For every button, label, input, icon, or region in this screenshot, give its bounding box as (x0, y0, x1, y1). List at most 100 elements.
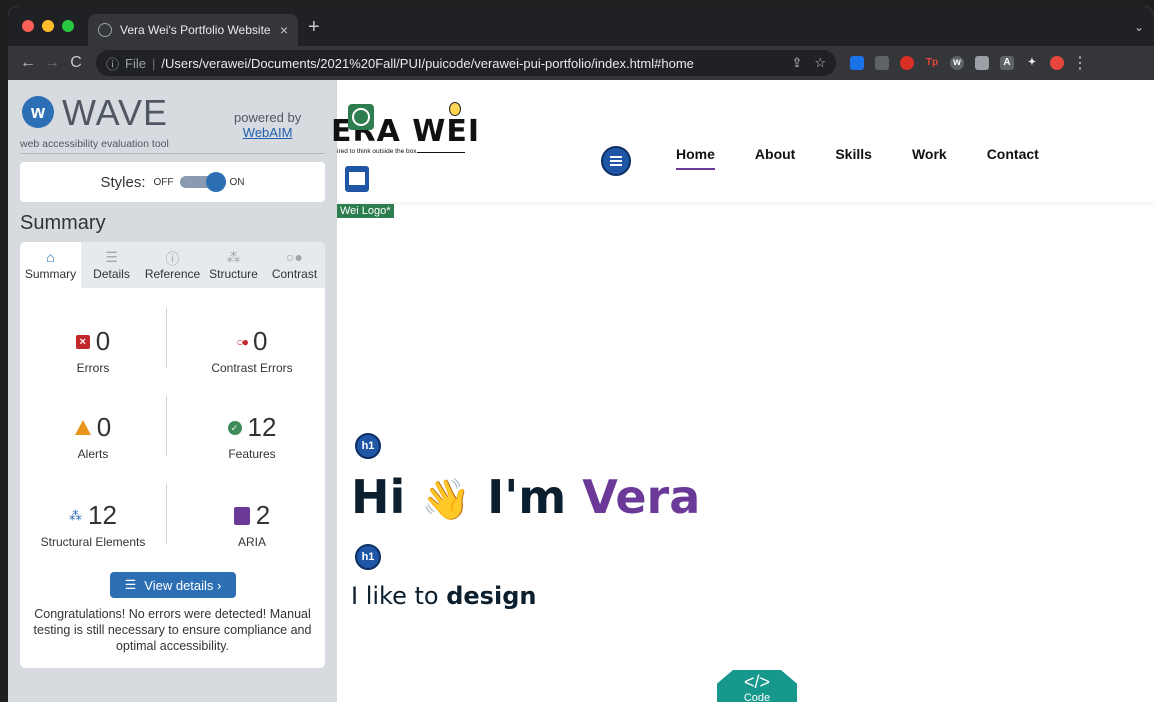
new-tab-button[interactable]: + (308, 16, 320, 39)
portfolio-page: ERA WEI ired to think outside the box We… (331, 80, 1154, 702)
wave-h1-icon[interactable]: h1 (355, 433, 381, 459)
more-menu-icon[interactable]: ⋮ (1072, 53, 1088, 73)
info-icon: ⓘ (165, 251, 180, 267)
structural-count: 12 (88, 500, 117, 530)
nav-work[interactable]: Work (912, 146, 947, 162)
wave-sidebar: w WAVE web accessibility evaluation tool… (8, 80, 337, 702)
chevron-down-icon[interactable]: ⌄ (1134, 20, 1144, 34)
hero-im: I'm (487, 470, 567, 524)
tab-label: Contrast (271, 267, 318, 281)
alerts-stat[interactable]: 0 Alerts (20, 412, 166, 461)
forward-arrow-icon[interactable]: → (40, 54, 64, 72)
error-icon: × (75, 334, 90, 349)
nav-home[interactable]: Home (676, 146, 715, 170)
powered-by: powered by WebAIM (234, 110, 301, 140)
nav-contact[interactable]: Contact (987, 146, 1039, 162)
contrast-errors-stat[interactable]: ○● 0 Contrast Errors (179, 326, 325, 375)
divider (166, 396, 167, 456)
browser-toolbar: ← → C ⓘ File | /Users/verawei/Documents/… (8, 46, 1154, 80)
hero-heading: Hi 👋 I'm Vera (351, 470, 700, 524)
tab-details[interactable]: ☰ Details (81, 242, 142, 288)
contrast-icon: ○● (286, 249, 303, 265)
wave-h1-icon[interactable]: h1 (355, 544, 381, 570)
home-icon: ⌂ (46, 249, 55, 265)
tab-label: Summary (24, 267, 77, 281)
reload-icon[interactable]: C (64, 54, 88, 72)
features-count: 12 (247, 412, 277, 442)
back-arrow-icon[interactable]: ← (16, 54, 40, 72)
main-nav: Home About Skills Work Contact (676, 146, 1079, 170)
wave-logo-icon: w (22, 96, 54, 128)
styles-label: Styles: (100, 173, 146, 191)
divider (166, 308, 167, 368)
close-tab-icon[interactable]: × (280, 22, 288, 38)
url-scheme: File (125, 55, 146, 71)
extensions-bar: Tp w A ✦ (850, 56, 1064, 70)
structure-icon: ⁂ (69, 507, 83, 523)
tab-reference[interactable]: ⓘ Reference (142, 242, 203, 288)
address-bar[interactable]: ⓘ File | /Users/verawei/Documents/2021%2… (96, 50, 836, 76)
aria-count: 2 (255, 500, 271, 530)
list-icon: ☰ (105, 249, 118, 265)
toggle-knob[interactable] (205, 172, 226, 192)
errors-label: Errors (76, 361, 110, 375)
alerts-label: Alerts (77, 447, 109, 461)
tab-label: Details (93, 267, 130, 281)
divider (166, 484, 167, 544)
site-header: ERA WEI ired to think outside the box We… (331, 80, 1154, 218)
tab-summary[interactable]: ⌂ Summary (20, 242, 81, 288)
tab-contrast[interactable]: ○● Contrast (264, 242, 325, 288)
stop-extension-icon[interactable] (900, 56, 914, 70)
tab-label: Structure (209, 267, 258, 281)
maximize-window-button[interactable] (62, 20, 74, 32)
contrast-error-icon: ○● (236, 334, 249, 349)
aria-stat[interactable]: 2 ARIA (179, 500, 325, 549)
url-separator: | (151, 55, 156, 71)
features-stat[interactable]: ✓ 12 Features (179, 412, 325, 461)
puzzle-icon[interactable]: ✦ (1025, 56, 1039, 70)
features-label: Features (228, 447, 276, 461)
alert-icon (74, 420, 91, 435)
browser-window: Vera Wei's Portfolio Website × + ⌄ ← → C… (8, 6, 1154, 702)
minimize-window-button[interactable] (42, 20, 54, 32)
structural-label: Structural Elements (40, 535, 146, 549)
wave-tagline: web accessibility evaluation tool (20, 138, 169, 150)
camera-extension-icon[interactable] (875, 56, 889, 70)
url-text: /Users/verawei/Documents/2021%20Fall/PUI… (161, 55, 694, 71)
errors-count: 0 (95, 326, 111, 356)
wave-language-icon[interactable] (348, 104, 374, 130)
contrast-errors-label: Contrast Errors (211, 361, 293, 375)
subline-word: design (446, 582, 537, 610)
styles-toggle[interactable] (179, 172, 226, 192)
wave-title: WAVE (62, 92, 169, 133)
aria-label: ARIA (237, 535, 266, 549)
wave-header: w WAVE web accessibility evaluation tool… (20, 90, 325, 154)
text-extension-icon[interactable]: A (1000, 56, 1014, 70)
structural-stat[interactable]: ⁂ 12 Structural Elements (20, 500, 166, 549)
bookmark-star-icon[interactable]: ☆ (814, 55, 826, 71)
nav-skills[interactable]: Skills (835, 146, 872, 162)
tab-structure[interactable]: ⁂ Structure (203, 242, 264, 288)
webaim-link[interactable]: WebAIM (234, 125, 301, 140)
wave-list-icon[interactable] (601, 146, 631, 176)
close-window-button[interactable] (22, 20, 34, 32)
extension-icon[interactable] (850, 56, 864, 70)
view-details-button[interactable]: ☰ View details › (110, 572, 236, 598)
browser-tab[interactable]: Vera Wei's Portfolio Website × (88, 14, 298, 46)
wave-landmark-icon[interactable] (345, 166, 369, 192)
errors-stat[interactable]: × 0 Errors (20, 326, 166, 375)
wave-extension-icon[interactable]: w (950, 56, 964, 70)
tab-title: Vera Wei's Portfolio Website (120, 23, 271, 37)
nav-about[interactable]: About (755, 146, 795, 162)
share-icon[interactable]: ⇪ (791, 55, 802, 71)
tp-extension-icon[interactable]: Tp (925, 56, 939, 70)
alerts-count: 0 (96, 412, 112, 442)
page-viewport: w WAVE web accessibility evaluation tool… (8, 80, 1154, 702)
profile-avatar-icon[interactable] (1050, 56, 1064, 70)
info-icon[interactable]: ⓘ (106, 54, 119, 73)
document-extension-icon[interactable] (975, 56, 989, 70)
wave-code-icon[interactable]: </> Code (717, 670, 797, 702)
globe-icon (98, 23, 112, 37)
styles-toggle-box: Styles: OFF ON (20, 162, 325, 202)
hero-subline: I like to design (351, 582, 536, 610)
